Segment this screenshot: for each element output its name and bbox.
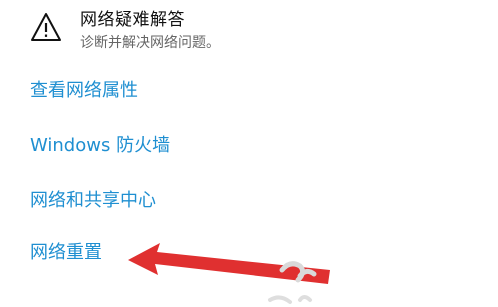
network-settings-panel: 网络疑难解答 诊断并解决网络问题。 查看网络属性 Windows 防火墙 网络和… <box>0 0 498 307</box>
red-arrow-annotation <box>128 243 330 304</box>
watermark-mark-lower <box>268 295 312 304</box>
